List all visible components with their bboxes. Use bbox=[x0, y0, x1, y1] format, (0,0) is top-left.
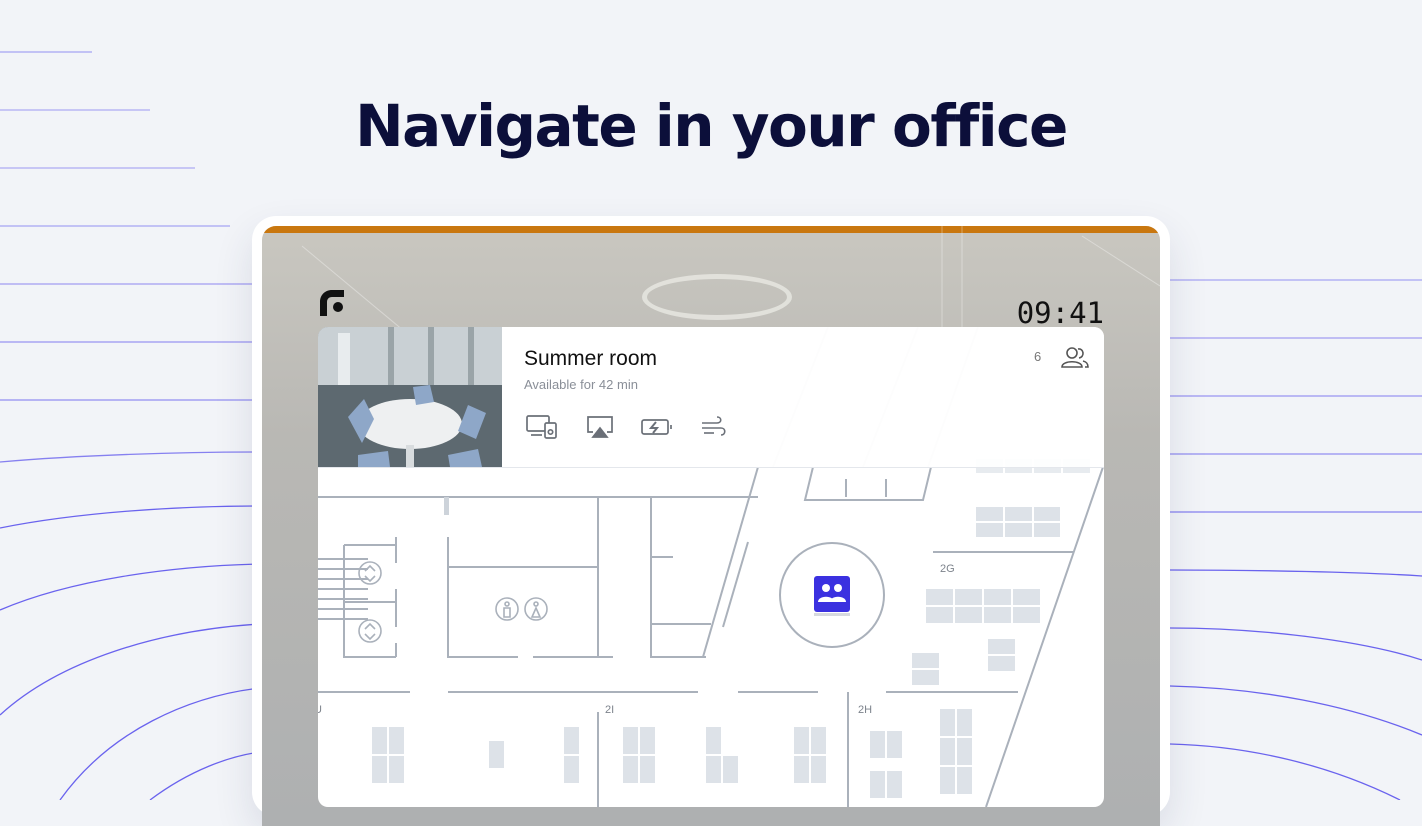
brand-f-logo-icon bbox=[320, 290, 344, 316]
zone-label-2g: 2G bbox=[940, 563, 955, 575]
restroom-female-icon bbox=[524, 597, 548, 621]
charging-icon bbox=[641, 419, 672, 435]
room-info-panel: Summer room Available for 42 min 6 bbox=[318, 327, 1104, 468]
airplay-icon bbox=[587, 416, 613, 438]
room-capacity: 6 bbox=[1034, 349, 1042, 364]
clock: 09:41 bbox=[1016, 296, 1104, 330]
room-name: Summer room bbox=[524, 347, 658, 370]
zone-label-u: U bbox=[318, 704, 322, 716]
elevator-icon bbox=[358, 561, 382, 585]
zone-label-2i: 2I bbox=[605, 704, 614, 716]
page-headline: Navigate in your office bbox=[355, 92, 1068, 160]
air-conditioning-icon bbox=[702, 416, 726, 436]
room-availability: Available for 42 min bbox=[524, 377, 638, 392]
display-with-speaker-icon bbox=[526, 415, 557, 439]
elevator-icon bbox=[358, 619, 382, 643]
people-icon bbox=[1061, 347, 1089, 368]
desk-group bbox=[372, 459, 1090, 798]
restroom-male-icon bbox=[495, 597, 519, 621]
zone-label-2h: 2H bbox=[858, 704, 872, 716]
device-screen: 09:41 2G 2I 2H Summer room Available for… bbox=[262, 226, 1160, 826]
room-card[interactable]: 2G 2I 2H U bbox=[318, 327, 1104, 807]
meeting-room-icon[interactable] bbox=[814, 576, 850, 616]
tablet-device: 09:41 2G 2I 2H Summer room Available for… bbox=[252, 216, 1170, 826]
room-photo bbox=[318, 327, 502, 467]
